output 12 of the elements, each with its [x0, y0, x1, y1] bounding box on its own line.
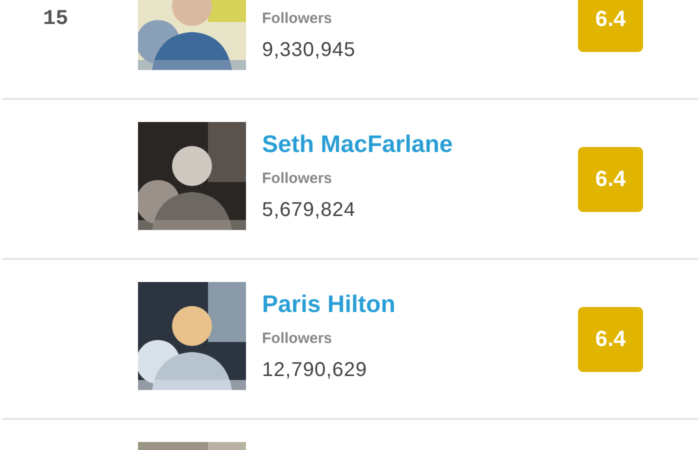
followers-label: Followers [262, 10, 334, 28]
person-name-link[interactable]: Seth MacFarlane [262, 130, 578, 160]
rank-number: 15 [43, 8, 68, 30]
score-badge: 6.4 [578, 0, 643, 52]
followers-label: Followers [262, 330, 334, 348]
score-badge: 6.4 [578, 306, 643, 372]
followers-count: 5,679,824 [262, 198, 356, 222]
followers-label: Followers [262, 170, 334, 188]
person-name-link[interactable]: Paris Hilton [262, 290, 578, 320]
followers-count: 12,790,629 [262, 358, 368, 382]
score-badge: 6.4 [578, 146, 643, 212]
followers-count: 9,330,945 [262, 38, 356, 62]
